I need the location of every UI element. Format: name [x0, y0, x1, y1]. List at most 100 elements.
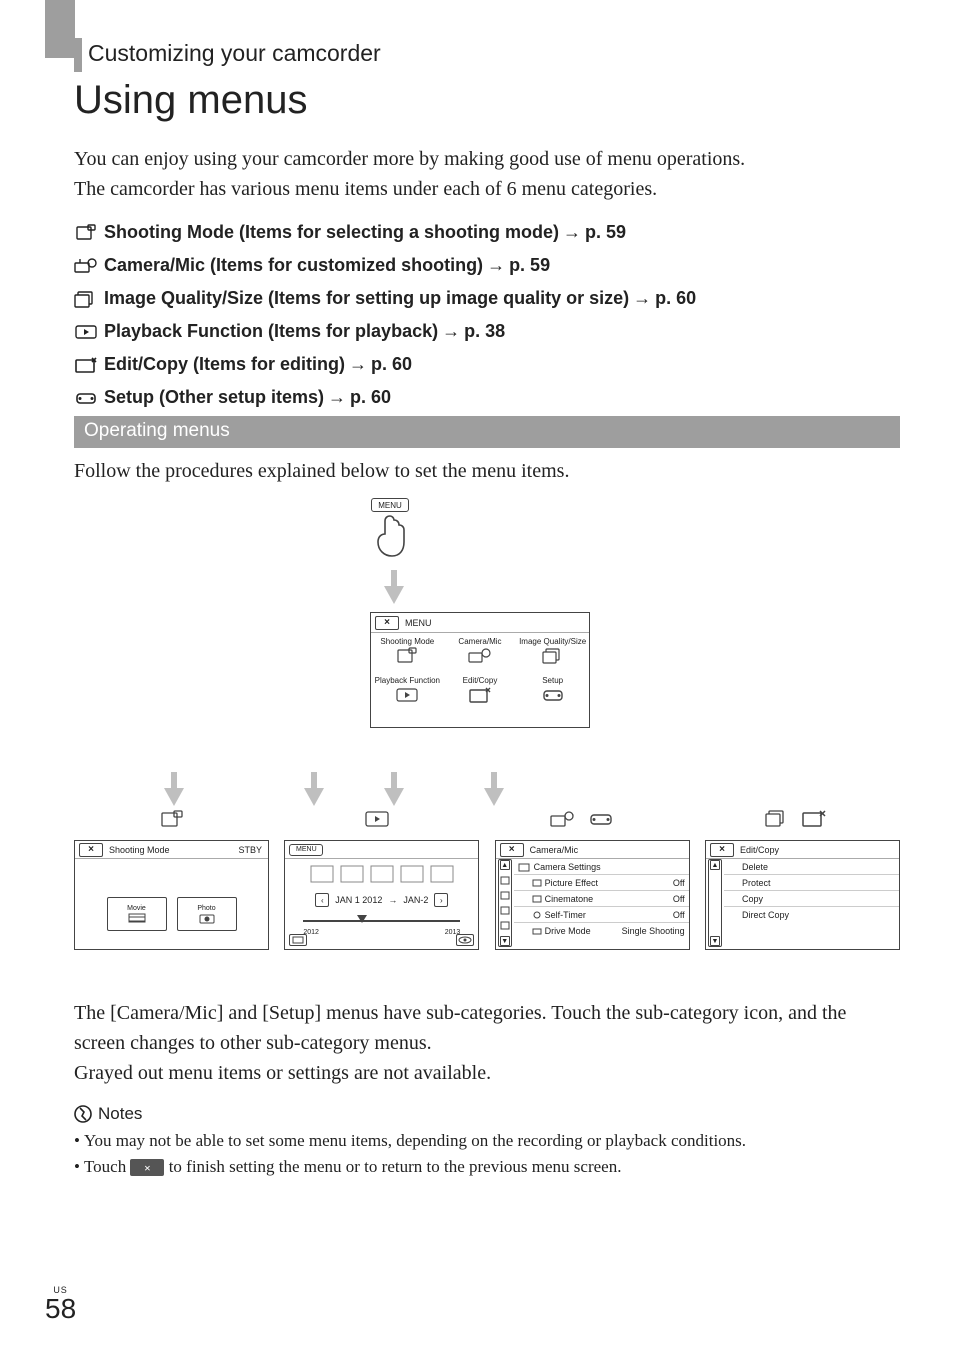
- menu-item-camera-mic: Camera/Mic (Items for customized shootin…: [74, 255, 894, 276]
- note-item: •You may not be able to set some menu it…: [74, 1128, 894, 1154]
- thumb-icon: [429, 863, 455, 885]
- down-arrow-icon: [384, 788, 404, 806]
- edit-copy-icon: [74, 356, 98, 374]
- grid-camera-mic[interactable]: Camera/Mic: [444, 633, 517, 672]
- menu-item-setup: Setup (Other setup items) → p. 60: [74, 387, 894, 408]
- button-label: Photo: [197, 905, 215, 912]
- menu-item-image-quality: Image Quality/Size (Items for setting up…: [74, 288, 894, 309]
- date-from: JAN 1 2012: [335, 895, 382, 905]
- edit-row[interactable]: Protect: [724, 875, 899, 891]
- movie-button[interactable]: Movie: [107, 897, 167, 931]
- card-title: Edit/Copy: [740, 845, 779, 855]
- menu-item-label: Playback Function (Items for playback): [104, 321, 438, 342]
- menu-item-page: p. 60: [350, 387, 391, 408]
- scroll-up-button[interactable]: ▲: [710, 860, 720, 870]
- view-button[interactable]: [456, 934, 474, 946]
- setting-value: Off: [673, 910, 685, 920]
- movie-icon: [128, 912, 146, 924]
- cat-icon: [500, 891, 510, 900]
- grid-playback[interactable]: Playback Function: [371, 672, 444, 711]
- grid-edit-copy[interactable]: Edit/Copy: [444, 672, 517, 711]
- follow-text: Follow the procedures explained below to…: [74, 460, 569, 483]
- next-button[interactable]: ›: [434, 893, 448, 907]
- shooting-mode-icon: [74, 224, 98, 242]
- scroll-down-button[interactable]: ▼: [500, 936, 510, 946]
- row-icon: [532, 927, 542, 935]
- grid-shooting-mode[interactable]: Shooting Mode: [371, 633, 444, 672]
- close-button[interactable]: ×: [710, 843, 734, 857]
- accent-bar: [74, 38, 82, 72]
- menu-button[interactable]: MENU: [371, 498, 409, 512]
- close-button[interactable]: ×: [79, 843, 103, 857]
- panel-title: MENU: [405, 618, 432, 628]
- row-icon: [532, 879, 542, 887]
- shooting-mode-icon: [158, 808, 186, 830]
- arrow-icon: →: [633, 288, 651, 309]
- close-button[interactable]: ×: [500, 843, 524, 857]
- note-text-a: Touch: [84, 1157, 131, 1176]
- thumb-icon: [309, 863, 335, 885]
- scroll-bar[interactable]: ▲ ▼: [708, 859, 722, 947]
- playback-icon: [363, 808, 391, 830]
- button-label: Movie: [127, 905, 146, 912]
- view-icon: [458, 936, 472, 944]
- card-icon-bar: [279, 808, 474, 830]
- card-icon-bar: [697, 808, 892, 830]
- prev-button[interactable]: ‹: [315, 893, 329, 907]
- shooting-mode-screen: × Shooting Mode STBY Movie Photo: [74, 840, 269, 950]
- setup-icon: [74, 389, 98, 407]
- menu-item-page: p. 38: [464, 321, 505, 342]
- menu-item-label: Edit/Copy (Items for editing): [104, 354, 345, 375]
- paragraph-1: The [Camera/Mic] and [Setup] menus have …: [74, 998, 894, 1058]
- setting-row[interactable]: Cinematone Off: [514, 891, 689, 907]
- setting-label: Cinematone: [545, 894, 594, 904]
- cell-label: Shooting Mode: [380, 637, 434, 646]
- edit-row[interactable]: Copy: [724, 891, 899, 907]
- scroll-up-button[interactable]: ▲: [500, 860, 510, 870]
- down-arrow-icon: [384, 586, 404, 604]
- arrow-icon: →: [487, 255, 505, 276]
- photo-button[interactable]: Photo: [177, 897, 237, 931]
- row-label: Copy: [742, 894, 763, 904]
- edit-row[interactable]: Direct Copy: [724, 907, 899, 923]
- category-scroll[interactable]: ▲ ▼: [498, 859, 512, 947]
- grid-image-quality[interactable]: Image Quality/Size: [516, 633, 589, 672]
- camera-mic-icon: [74, 257, 98, 275]
- intro-line-1: You can enjoy using your camcorder more …: [74, 144, 894, 174]
- row-label: Protect: [742, 878, 771, 888]
- menu-item-page: p. 60: [371, 354, 412, 375]
- page-tab: [45, 0, 75, 58]
- date-to: JAN-2: [403, 895, 428, 905]
- page-number: US 58: [45, 1285, 76, 1323]
- edit-row[interactable]: Delete: [724, 859, 899, 875]
- playback-icon: [74, 323, 98, 341]
- intro-line-2: The camcorder has various menu items und…: [74, 174, 894, 204]
- setting-row[interactable]: Picture Effect Off: [514, 875, 689, 891]
- menu-item-page: p. 59: [585, 222, 626, 243]
- down-arrow-icon: [484, 788, 504, 806]
- grid-setup[interactable]: Setup: [516, 672, 589, 711]
- setting-row[interactable]: Drive Mode Single Shooting: [514, 923, 689, 939]
- menu-category-list: Shooting Mode (Items for selecting a sho…: [74, 210, 894, 408]
- card-title: Shooting Mode: [109, 845, 170, 855]
- media-icon: [292, 936, 304, 944]
- thumb-icon: [369, 863, 395, 885]
- menu-item-playback: Playback Function (Items for playback) →…: [74, 321, 894, 342]
- menu-item-page: p. 59: [509, 255, 550, 276]
- close-icon-chip: ×: [130, 1159, 164, 1176]
- row-label: Direct Copy: [742, 910, 789, 920]
- image-quality-icon: [74, 290, 98, 308]
- setting-value: Off: [673, 894, 685, 904]
- menu-button[interactable]: MENU: [289, 844, 323, 856]
- cell-label: Playback Function: [375, 676, 440, 685]
- scroll-down-button[interactable]: ▼: [710, 936, 720, 946]
- thumb-icon: [339, 863, 365, 885]
- close-button[interactable]: ×: [375, 616, 399, 630]
- edit-copy-screen: × Edit/Copy ▲ ▼ Delete Protect Copy Dire…: [705, 840, 900, 950]
- setting-row[interactable]: Self-Timer Off: [514, 907, 689, 923]
- note-item: •Touch × to finish setting the menu or t…: [74, 1154, 894, 1180]
- media-button[interactable]: [289, 934, 307, 946]
- notes-icon: [74, 1105, 92, 1123]
- paragraph-2: Grayed out menu items or settings are no…: [74, 1058, 894, 1088]
- section-heading: Customizing your camcorder: [88, 40, 381, 67]
